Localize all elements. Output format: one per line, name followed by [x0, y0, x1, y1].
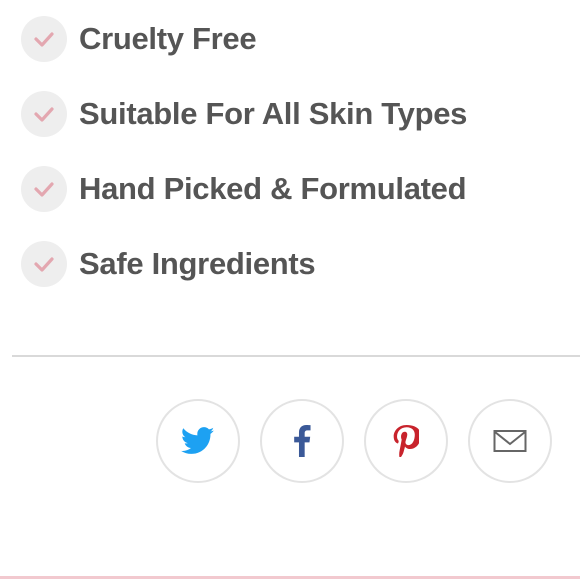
divider	[12, 355, 580, 357]
check-icon	[21, 16, 67, 62]
feature-list: Cruelty Free Suitable For All Skin Types…	[21, 16, 467, 316]
check-icon	[21, 91, 67, 137]
facebook-icon	[294, 425, 311, 457]
feature-item: Cruelty Free	[21, 16, 467, 62]
facebook-share-button[interactable]	[260, 399, 344, 483]
check-icon	[21, 241, 67, 287]
pinterest-icon	[393, 425, 419, 457]
twitter-icon	[181, 427, 215, 454]
feature-label: Safe Ingredients	[79, 246, 316, 281]
feature-label: Hand Picked & Formulated	[79, 171, 467, 206]
pinterest-share-button[interactable]	[364, 399, 448, 483]
twitter-share-button[interactable]	[156, 399, 240, 483]
email-share-button[interactable]	[468, 399, 552, 483]
feature-item: Hand Picked & Formulated	[21, 166, 467, 212]
feature-label: Suitable For All Skin Types	[79, 96, 468, 131]
share-buttons	[156, 399, 552, 483]
feature-label: Cruelty Free	[79, 21, 257, 56]
feature-item: Safe Ingredients	[21, 241, 467, 287]
feature-item: Suitable For All Skin Types	[21, 91, 467, 137]
check-icon	[21, 166, 67, 212]
email-icon	[493, 430, 527, 452]
